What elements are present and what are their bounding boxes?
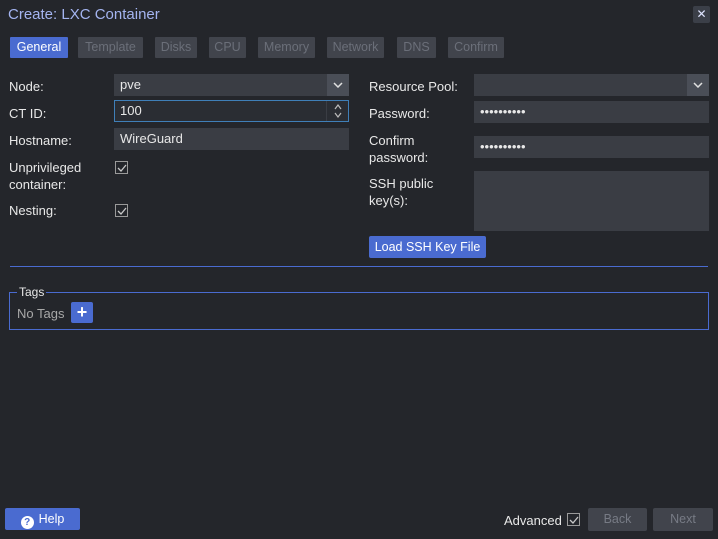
node-label: Node: bbox=[9, 79, 44, 94]
confirm-password-input[interactable]: •••••••••• bbox=[474, 136, 709, 158]
ctid-label: CT ID: bbox=[9, 106, 47, 121]
resource-pool-select[interactable] bbox=[474, 74, 709, 96]
tags-legend: Tags bbox=[17, 285, 47, 299]
chevron-up-icon[interactable] bbox=[334, 104, 342, 110]
unprivileged-label-line1: Unprivileged bbox=[9, 160, 82, 175]
password-value: •••••••••• bbox=[480, 104, 526, 119]
tab-general[interactable]: General bbox=[10, 37, 68, 58]
plus-icon: + bbox=[76, 302, 88, 322]
window-title: Create: LXC Container bbox=[8, 6, 160, 23]
confirm-password-label-line1: Confirm bbox=[369, 133, 415, 148]
no-tags-text: No Tags bbox=[17, 306, 65, 321]
tab-dns[interactable]: DNS bbox=[397, 37, 436, 58]
tab-template[interactable]: Template bbox=[78, 37, 143, 58]
nesting-label: Nesting: bbox=[9, 203, 57, 218]
nesting-checkbox[interactable] bbox=[115, 204, 128, 217]
unprivileged-label-line2: container: bbox=[9, 177, 67, 192]
node-dropdown-button[interactable] bbox=[327, 74, 349, 96]
ctid-input[interactable]: 100 bbox=[114, 100, 349, 122]
checkmark-icon bbox=[117, 207, 126, 215]
section-divider bbox=[10, 266, 708, 267]
resource-pool-dropdown-button[interactable] bbox=[687, 74, 709, 96]
node-select[interactable]: pve bbox=[114, 74, 349, 96]
tags-fieldset bbox=[9, 292, 709, 330]
help-icon: ? bbox=[20, 516, 34, 529]
hostname-value: WireGuard bbox=[120, 131, 183, 146]
unprivileged-label: Unprivileged container: bbox=[9, 159, 81, 193]
password-input[interactable]: •••••••••• bbox=[474, 101, 709, 123]
chevron-down-icon[interactable] bbox=[334, 112, 342, 118]
ctid-value: 100 bbox=[120, 103, 142, 118]
checkmark-icon bbox=[117, 164, 126, 172]
node-value: pve bbox=[120, 77, 141, 92]
add-tag-button[interactable]: + bbox=[71, 302, 93, 323]
ctid-spinner[interactable] bbox=[326, 101, 348, 121]
hostname-input[interactable]: WireGuard bbox=[114, 128, 349, 150]
advanced-label: Advanced bbox=[504, 513, 562, 528]
ssh-keys-label-line2: key(s): bbox=[369, 193, 408, 208]
checkmark-icon bbox=[569, 516, 578, 524]
confirm-password-value: •••••••••• bbox=[480, 139, 526, 154]
ssh-keys-textarea[interactable] bbox=[474, 171, 709, 231]
title-bar: Create: LXC Container ✕ bbox=[0, 0, 718, 30]
confirm-password-label: Confirm password: bbox=[369, 132, 428, 166]
tab-disks[interactable]: Disks bbox=[155, 37, 197, 58]
chevron-down-icon bbox=[333, 82, 343, 88]
close-icon: ✕ bbox=[696, 7, 707, 21]
confirm-password-label-line2: password: bbox=[369, 150, 429, 165]
tab-network[interactable]: Network bbox=[327, 37, 384, 58]
hostname-label: Hostname: bbox=[9, 133, 72, 148]
tab-memory[interactable]: Memory bbox=[258, 37, 315, 58]
advanced-checkbox[interactable] bbox=[567, 513, 580, 526]
tab-cpu[interactable]: CPU bbox=[209, 37, 246, 58]
ssh-keys-label-line1: SSH public bbox=[369, 176, 434, 191]
close-button[interactable]: ✕ bbox=[693, 6, 710, 23]
tab-confirm[interactable]: Confirm bbox=[448, 37, 504, 58]
help-button[interactable]: ? Help bbox=[5, 508, 80, 530]
load-ssh-key-button[interactable]: Load SSH Key File bbox=[369, 236, 486, 258]
password-label: Password: bbox=[369, 106, 430, 121]
back-button[interactable]: Back bbox=[588, 508, 647, 531]
help-label: Help bbox=[38, 512, 65, 526]
ssh-keys-label: SSH public key(s): bbox=[369, 175, 433, 209]
next-button[interactable]: Next bbox=[653, 508, 713, 531]
resource-pool-label: Resource Pool: bbox=[369, 79, 458, 94]
unprivileged-checkbox[interactable] bbox=[115, 161, 128, 174]
chevron-down-icon bbox=[693, 82, 703, 88]
